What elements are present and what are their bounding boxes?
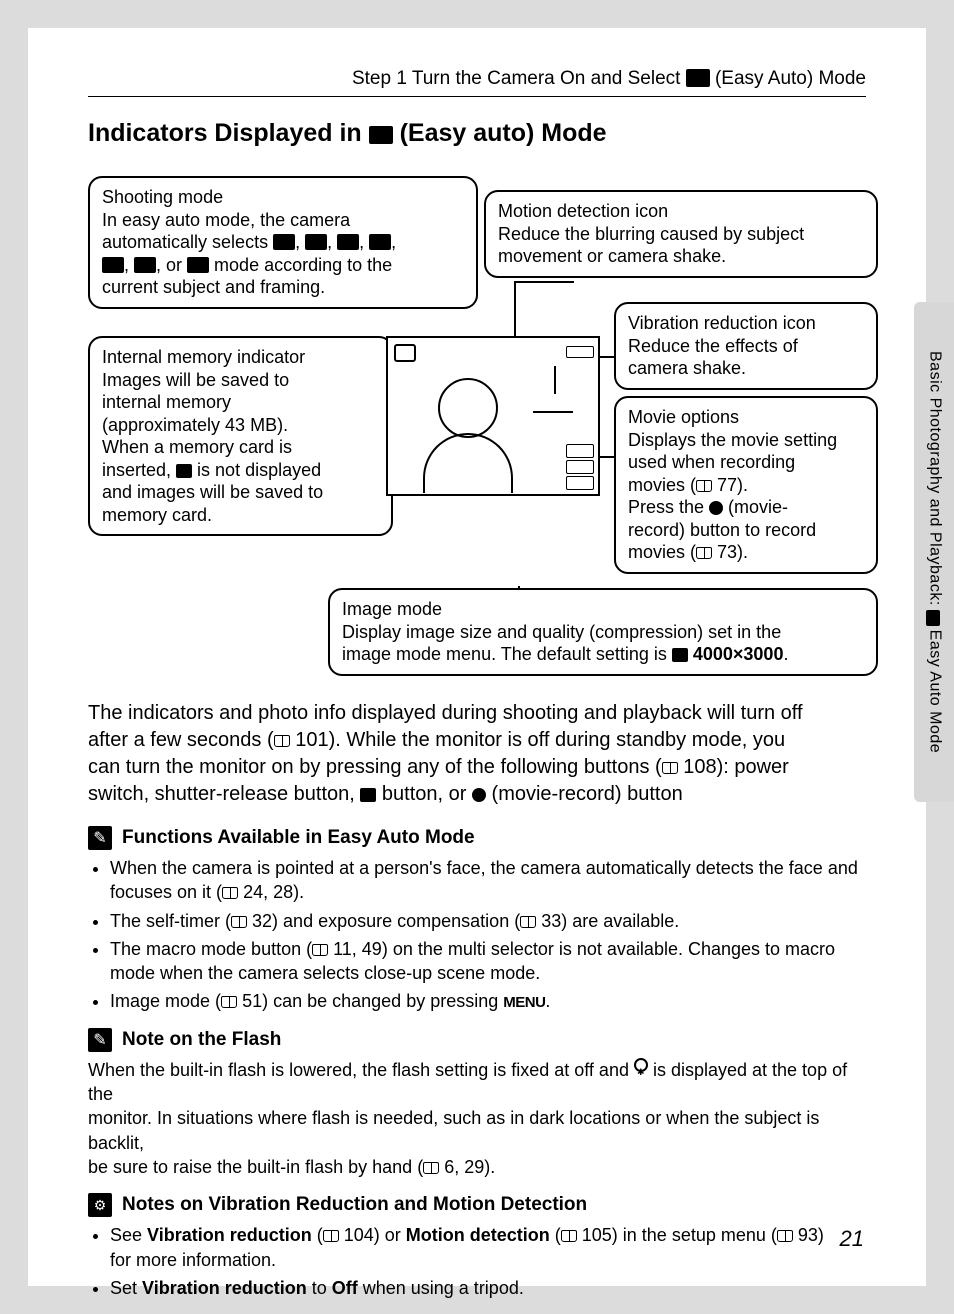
easy-auto-icon bbox=[926, 610, 940, 626]
vr-list: See Vibration reduction ( 104) or Motion… bbox=[88, 1223, 866, 1300]
note-title: Notes on Vibration Reduction and Motion … bbox=[122, 1194, 587, 1216]
page-ref-icon bbox=[231, 916, 247, 928]
note-header-functions: Functions Available in Easy Auto Mode bbox=[88, 826, 866, 850]
page-title: Indicators Displayed in (Easy auto) Mode bbox=[88, 119, 866, 148]
page-ref-icon bbox=[696, 547, 712, 559]
list-item: Set Vibration reduction to Off when usin… bbox=[110, 1276, 866, 1300]
lcd-illustration bbox=[386, 336, 600, 496]
list-item: The macro mode button ( 11, 49) on the m… bbox=[110, 937, 866, 986]
body-paragraph: The indicators and photo info displayed … bbox=[88, 700, 866, 808]
callout-motion-detection: Motion detection icon Reduce the blurrin… bbox=[484, 190, 878, 278]
pencil-note-icon bbox=[88, 1028, 112, 1052]
page-ref-icon bbox=[662, 762, 678, 774]
movie-record-icon bbox=[472, 788, 486, 802]
mode-icon bbox=[337, 234, 359, 250]
callout-movie-options: Movie options Displays the movie setting… bbox=[614, 396, 878, 574]
internal-memory-icon bbox=[176, 464, 192, 478]
callout-shooting-mode: Shooting mode In easy auto mode, the cam… bbox=[88, 176, 478, 309]
easy-auto-icon bbox=[686, 69, 710, 87]
pencil-note-icon bbox=[88, 826, 112, 850]
image-mode-12m-icon bbox=[672, 648, 688, 662]
easy-auto-icon bbox=[369, 126, 393, 144]
sailboat-mast bbox=[554, 366, 556, 394]
callout-internal-memory: Internal memory indicator Images will be… bbox=[88, 336, 393, 536]
page-header: Step 1 Turn the Camera On and Select (Ea… bbox=[88, 68, 866, 90]
flash-off-icon bbox=[634, 1058, 648, 1072]
list-item: See Vibration reduction ( 104) or Motion… bbox=[110, 1223, 866, 1272]
header-text-pre: Step 1 Turn the Camera On and Select bbox=[352, 68, 686, 89]
mode-icon bbox=[187, 257, 209, 273]
page-ref-icon bbox=[777, 1230, 793, 1242]
subject-body bbox=[423, 433, 513, 493]
flash-note-body: When the built-in flash is lowered, the … bbox=[88, 1058, 866, 1179]
indicator-diagram: Shooting mode In easy auto mode, the cam… bbox=[88, 176, 866, 686]
chapter-tab: Basic Photography and Playback: Easy Aut… bbox=[914, 302, 954, 802]
note-header-vr: Notes on Vibration Reduction and Motion … bbox=[88, 1193, 866, 1217]
page-number: 21 bbox=[840, 1226, 864, 1252]
camera-button-icon bbox=[360, 788, 376, 802]
mode-icon bbox=[369, 234, 391, 250]
page-ref-icon bbox=[221, 996, 237, 1008]
mode-icon bbox=[102, 257, 124, 273]
header-rule bbox=[88, 96, 866, 97]
page-ref-icon bbox=[312, 944, 328, 956]
list-item: When the camera is pointed at a person's… bbox=[110, 856, 866, 905]
page-ref-icon bbox=[561, 1230, 577, 1242]
leader-line bbox=[518, 586, 520, 588]
movie-record-icon bbox=[709, 501, 723, 515]
mode-icon bbox=[305, 234, 327, 250]
header-text-post: (Easy Auto) Mode bbox=[710, 68, 866, 89]
top-right-indicators bbox=[566, 346, 594, 358]
page-ref-icon bbox=[274, 735, 290, 747]
movie-option-indicator bbox=[566, 444, 594, 458]
menu-button-label: MENU bbox=[503, 994, 545, 1011]
mode-icon bbox=[134, 257, 156, 273]
list-item: Image mode ( 51) can be changed by press… bbox=[110, 989, 866, 1013]
callout-vibration-reduction: Vibration reduction icon Reduce the effe… bbox=[614, 302, 878, 390]
mode-icon bbox=[273, 234, 295, 250]
page-ref-icon bbox=[323, 1230, 339, 1242]
motion-vr-indicator bbox=[566, 346, 594, 358]
note-title: Functions Available in Easy Auto Mode bbox=[122, 827, 475, 849]
note-header-flash: Note on the Flash bbox=[88, 1028, 866, 1052]
memory-indicator bbox=[566, 476, 594, 490]
page-ref-icon bbox=[222, 887, 238, 899]
page-ref-icon bbox=[520, 916, 536, 928]
functions-list: When the camera is pointed at a person's… bbox=[88, 856, 866, 1014]
leader-line bbox=[514, 281, 574, 283]
note-title: Note on the Flash bbox=[122, 1029, 281, 1051]
sailboat bbox=[533, 393, 573, 413]
chapter-tab-label: Basic Photography and Playback: Easy Aut… bbox=[925, 351, 944, 753]
list-item: The self-timer ( 32) and exposure compen… bbox=[110, 909, 866, 933]
page-ref-icon bbox=[423, 1162, 439, 1174]
subject-face bbox=[438, 378, 498, 438]
image-mode-indicator bbox=[566, 460, 594, 474]
manual-page: Step 1 Turn the Camera On and Select (Ea… bbox=[28, 28, 926, 1286]
bottom-right-indicators bbox=[566, 444, 594, 490]
page-ref-icon bbox=[696, 480, 712, 492]
shooting-mode-indicator bbox=[394, 344, 416, 362]
leader-line bbox=[514, 281, 516, 336]
callout-image-mode: Image mode Display image size and qualit… bbox=[328, 588, 878, 676]
setup-note-icon bbox=[88, 1193, 112, 1217]
